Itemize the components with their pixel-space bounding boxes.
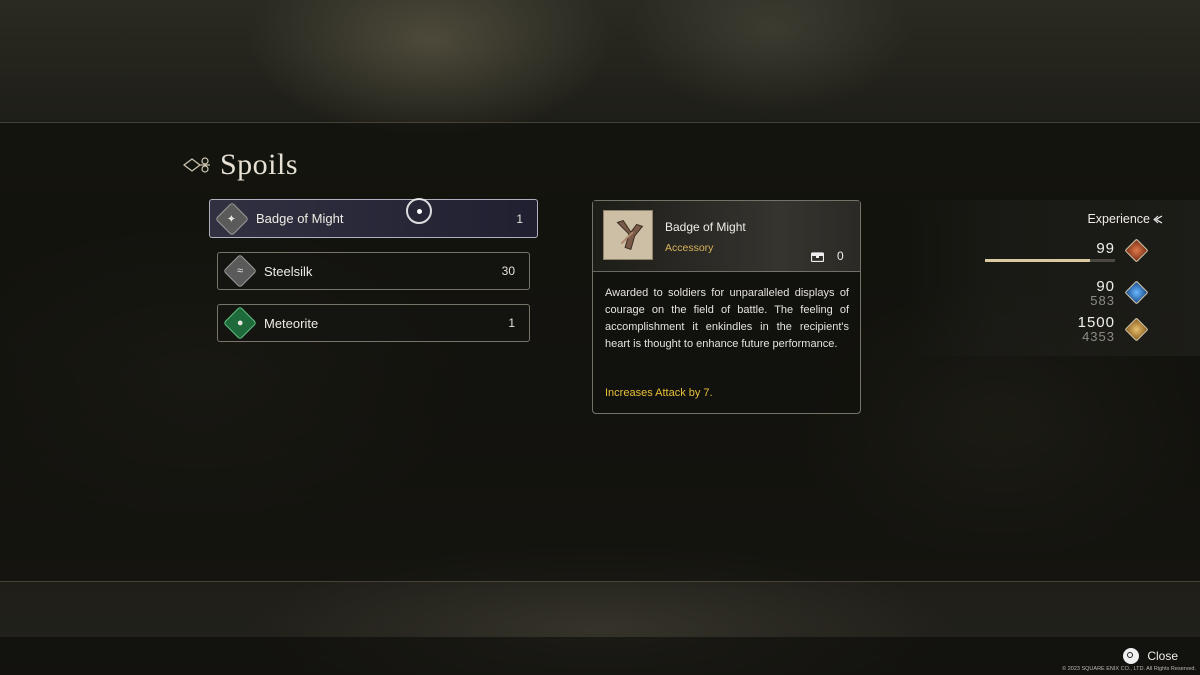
experience-bar-fill	[985, 259, 1091, 262]
page-title: Spoils	[220, 148, 299, 181]
meteorite-icon: ●	[223, 306, 257, 340]
inventory-chest-icon	[811, 252, 824, 262]
cursor-icon	[406, 198, 432, 224]
spoils-list: ✦ Badge of Might 1 ≈ Steelsilk 30 ● Mete…	[209, 199, 538, 356]
item-name: Steelsilk	[264, 263, 313, 279]
arrow-icon	[1153, 215, 1163, 224]
copyright-notice: © 2023 SQUARE ENIX CO., LTD. All Rights …	[1062, 666, 1196, 672]
gil-total: 4353	[1082, 329, 1115, 344]
badge-thumbnail-icon	[603, 210, 653, 260]
item-name: Badge of Might	[256, 211, 344, 226]
cloth-icon: ≈	[223, 254, 257, 288]
footer-strip	[0, 637, 1200, 675]
item-name: Meteorite	[264, 315, 319, 331]
close-button[interactable]: Close	[1123, 648, 1178, 664]
experience-bar	[985, 259, 1115, 262]
item-qty: 1	[508, 316, 515, 330]
circle-button-icon	[1123, 648, 1140, 664]
list-item-steelsilk[interactable]: ≈ Steelsilk 30	[217, 252, 530, 290]
list-item-meteorite[interactable]: ● Meteorite 1	[217, 304, 530, 342]
item-detail-panel: Badge of Might Accessory 0 Awarded to so…	[592, 200, 861, 414]
ornament-icon	[183, 157, 210, 173]
item-qty: 30	[501, 264, 515, 278]
owned-count: 0	[837, 249, 844, 263]
item-qty: 1	[516, 211, 523, 226]
header: Spoils	[182, 148, 298, 182]
ability-points-total: 583	[1090, 293, 1115, 308]
close-label: Close	[1147, 649, 1178, 663]
detail-item-type: Accessory	[665, 242, 714, 254]
list-item-badge-of-might[interactable]: ✦ Badge of Might 1	[209, 199, 538, 238]
detail-header: Badge of Might Accessory 0	[593, 201, 860, 272]
level-value: 99	[1096, 240, 1115, 257]
detail-effect: Increases Attack by 7.	[605, 387, 713, 399]
detail-item-name: Badge of Might	[665, 220, 746, 234]
badge-icon: ✦	[215, 201, 249, 236]
experience-label: Experience	[1087, 212, 1150, 226]
detail-description: Awarded to soldiers for unparalleled dis…	[605, 287, 849, 350]
